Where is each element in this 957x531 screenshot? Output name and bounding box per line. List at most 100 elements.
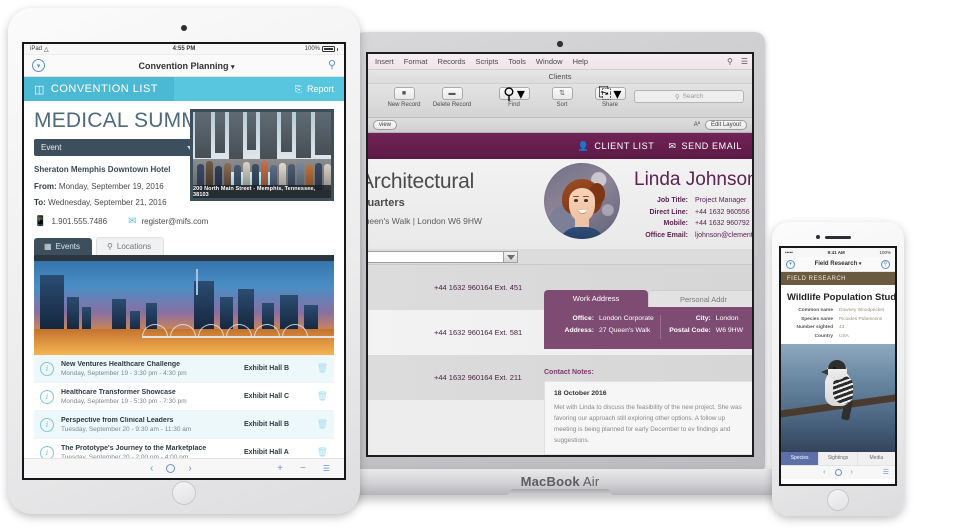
- client-list-icon: 👤: [577, 140, 590, 151]
- info-icon[interactable]: i: [40, 361, 54, 376]
- search-icon[interactable]: ⚲: [881, 259, 890, 269]
- menu-item-help[interactable]: Help: [568, 57, 593, 66]
- menu-item-format[interactable]: Format: [399, 57, 433, 66]
- ipad-tabs: ▦ Events ⚲ Locations: [24, 237, 344, 255]
- next-record-button[interactable]: ›: [188, 463, 191, 474]
- address-panel: Work Address Personal Addr Office: Londo…: [544, 290, 752, 349]
- record-ring-icon[interactable]: [166, 464, 176, 473]
- tab-locations[interactable]: ⚲ Locations: [96, 237, 165, 255]
- trash-icon[interactable]: 🗑: [316, 363, 328, 374]
- prev-record-button[interactable]: ‹: [823, 469, 825, 476]
- view-mode-button[interactable]: view: [373, 120, 398, 130]
- info-icon[interactable]: i: [40, 389, 54, 404]
- delete-record-button[interactable]: ▬ Delete Record: [428, 87, 476, 108]
- edit-layout-button[interactable]: Edit Layout: [704, 120, 747, 130]
- field-value[interactable]: +44 1632 960556 Ext. 365: [695, 209, 752, 216]
- field-value[interactable]: Downey Woodpecker: [839, 308, 885, 313]
- menu-list-icon[interactable]: ☰: [737, 57, 752, 66]
- tab-events[interactable]: ▦ Events: [34, 238, 93, 255]
- send-email-button[interactable]: ✉ SEND EMAIL: [668, 141, 742, 152]
- contact-notes-box[interactable]: 18 October 2016 Met with Linda to discus…: [544, 381, 752, 455]
- trash-icon[interactable]: 🗑: [316, 447, 328, 458]
- chevron-down-icon[interactable]: ▾: [231, 64, 235, 71]
- menu-item-insert[interactable]: Insert: [370, 57, 399, 66]
- event-type-select[interactable]: Event: [34, 139, 200, 156]
- share-icon: ⎘: [598, 84, 612, 102]
- address-column-right: City: London Postal Code: W6 9HW: [659, 315, 752, 339]
- text-format-icon[interactable]: Aª: [694, 122, 700, 128]
- chevron-down-circle-icon[interactable]: ▾: [786, 259, 795, 269]
- contact-notes-section: Contact Notes: 18 October 2016 Met with …: [544, 369, 752, 455]
- tab-sightings[interactable]: Sightings: [818, 451, 857, 465]
- list-item[interactable]: i New Ventures Healthcare Challenge Mond…: [34, 355, 334, 383]
- menu-item-scripts[interactable]: Scripts: [470, 57, 503, 66]
- field-value[interactable]: +44 1632 960792: [695, 220, 750, 227]
- client-list-button[interactable]: 👤 CLIENT LIST: [578, 141, 655, 152]
- event-when: Monday, September 19 - 5:30 pm - 7:30 pm: [61, 397, 187, 405]
- next-record-button[interactable]: ›: [851, 469, 853, 476]
- study-title: Wildlife Population Study: [787, 292, 897, 303]
- field-value[interactable]: 43: [839, 325, 844, 330]
- iphone-bottom-toolbar: ‹ › ☰: [781, 464, 895, 479]
- macbook-model-light: Air: [579, 474, 600, 489]
- email-address[interactable]: register@mifs.com: [141, 217, 208, 226]
- tab-species[interactable]: Species: [781, 451, 819, 465]
- app-nav-band: 👤 CLIENT LIST ✉ SEND EMAIL: [368, 133, 752, 159]
- find-button[interactable]: ⚲ ▾ Find: [490, 86, 538, 108]
- chevron-down-circle-icon[interactable]: ▾: [32, 59, 45, 72]
- sort-icon[interactable]: ☰: [883, 468, 889, 476]
- record-actions: + − ☰: [277, 463, 330, 474]
- menu-item-window[interactable]: Window: [531, 57, 568, 66]
- search-icon[interactable]: ⚲: [723, 57, 737, 66]
- ipad-home-button[interactable]: [172, 481, 196, 505]
- list-item[interactable]: i Healthcare Transformer Showcase Monday…: [34, 383, 334, 411]
- phone-number: +44 1632 960164 Ext. 581: [434, 328, 523, 337]
- info-icon[interactable]: i: [40, 417, 54, 432]
- menu-item-records[interactable]: Records: [433, 57, 471, 66]
- prev-record-button[interactable]: ‹: [150, 463, 153, 474]
- address-body: Office: London Corporate Address: 27 Que…: [544, 307, 752, 349]
- remove-record-button[interactable]: −: [300, 463, 306, 474]
- field-value[interactable]: Picoides Pubescens: [839, 317, 882, 322]
- field-value[interactable]: Project Manager: [695, 197, 746, 204]
- iphone-screen: ••••• 9:41 AM 100% ▾ Field Research ▾ ⚲ …: [779, 246, 897, 486]
- trash-icon[interactable]: 🗑: [316, 419, 328, 430]
- note-body: Met with Linda to discuss the feasibilit…: [554, 404, 742, 445]
- field-value[interactable]: W6 9HW: [716, 327, 743, 334]
- search-input[interactable]: ⚲ Search: [634, 90, 744, 103]
- chevron-down-icon[interactable]: [503, 252, 517, 262]
- field-value[interactable]: ljohnson@clementa: [695, 232, 752, 239]
- iphone-home-button[interactable]: [827, 489, 849, 511]
- ipad-device: iPad △ 4:55 PM 100% ▾ Convention Plannin…: [8, 8, 360, 514]
- record-ring-icon[interactable]: [834, 468, 842, 476]
- share-button[interactable]: ⎘ ▾ Share: [586, 84, 634, 108]
- trash-icon[interactable]: 🗑: [316, 391, 328, 402]
- avatar: [544, 163, 620, 239]
- phone-number[interactable]: 1.901.555.7486: [51, 217, 107, 226]
- field-value[interactable]: USA: [839, 334, 849, 339]
- event-title: Perspective from Clinical Leaders: [61, 416, 174, 424]
- list-item[interactable]: i Perspective from Clinical Leaders Tues…: [34, 411, 334, 439]
- new-record-button[interactable]: ■ New Record: [380, 87, 428, 108]
- phone-number: +44 1632 960164 Ext. 211: [434, 373, 522, 382]
- tab-work-address[interactable]: Work Address: [544, 290, 648, 307]
- events-list: i New Ventures Healthcare Challenge Mond…: [34, 355, 334, 467]
- new-record-label: New Record: [387, 102, 421, 108]
- sort-icon[interactable]: ☰: [323, 464, 330, 473]
- field-value[interactable]: London: [716, 315, 739, 322]
- chevron-down-icon[interactable]: ▾: [859, 261, 862, 267]
- search-icon[interactable]: ⚲: [328, 60, 336, 71]
- group-select[interactable]: roup: [368, 251, 518, 263]
- menu-item-tools[interactable]: Tools: [503, 57, 531, 66]
- client-list-label: CLIENT LIST: [594, 141, 655, 151]
- convention-list-button[interactable]: ◫ CONVENTION LIST: [24, 77, 174, 101]
- tab-personal-address[interactable]: Personal Addr: [648, 290, 752, 307]
- macos-menubar[interactable]: Insert Format Records Scripts Tools Wind…: [368, 54, 752, 70]
- iphone-camera-icon: [816, 235, 820, 239]
- tab-media[interactable]: Media: [856, 451, 895, 465]
- field-value[interactable]: 27 Queen's Walk: [599, 327, 650, 334]
- field-value[interactable]: London Corporate: [599, 315, 654, 322]
- sort-button[interactable]: ⇅ Sort: [538, 87, 586, 108]
- add-record-button[interactable]: +: [277, 463, 283, 474]
- report-button[interactable]: ⎘ Report: [174, 84, 344, 95]
